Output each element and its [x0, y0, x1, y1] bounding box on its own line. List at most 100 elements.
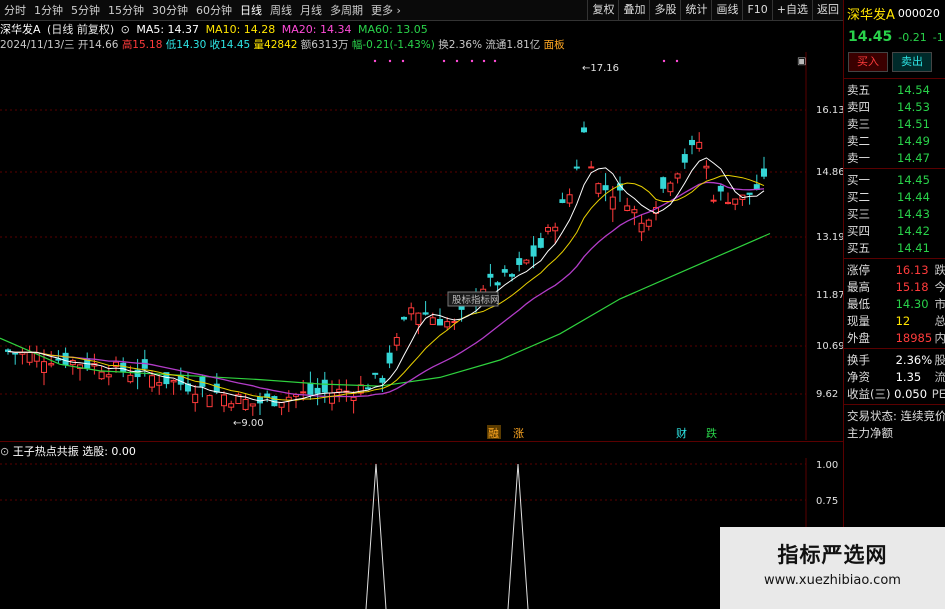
stat-row: 最高 15.18 今 — [844, 278, 945, 295]
stat-label: 换手 — [847, 352, 870, 367]
stat-value: 14.30 — [895, 296, 929, 311]
divider — [844, 168, 945, 169]
info-close: 收14.45 — [209, 39, 251, 51]
bid-row: 买五 14.41 — [844, 239, 945, 256]
info-high: 高15.18 — [121, 39, 163, 51]
bid-row: 买一 14.45 — [844, 171, 945, 188]
kline-chart[interactable]: 16.13 14.86 13.19 11.87 10.69 9.62 ←17.1… — [0, 52, 843, 440]
indicator-title: ⊙ 王子热点共振 选股: 0.00 — [0, 443, 843, 459]
ask-list: 卖五 14.54 卖四 14.53 卖三 14.51 卖二 14.49 卖一 14.47 — [844, 81, 945, 166]
bid-price: 14.42 — [897, 223, 930, 238]
back-button[interactable]: 返回 — [812, 0, 843, 20]
candle-body — [12, 352, 19, 355]
candle-body — [336, 388, 343, 393]
candle-body — [242, 399, 249, 410]
candle-body — [156, 382, 163, 386]
chart-mode: (日线 前复权) — [47, 23, 115, 36]
quote-panel: 深华发A 000020 14.45 -0.21 -1.43% 买入 卖出 卖五 1… — [843, 0, 945, 609]
statistics-button[interactable]: 统计 — [680, 0, 711, 20]
candle-body — [566, 194, 573, 204]
ask-price: 14.47 — [897, 150, 930, 165]
stat-label: 收益(三) — [847, 386, 891, 401]
stat-row: 外盘 18985 内 — [844, 329, 945, 346]
candle-body — [415, 312, 422, 325]
tool-buttons: 复权 叠加 多股 统计 画线 F10 +自选 返回 — [587, 0, 843, 20]
candle-body — [307, 382, 314, 395]
period-tab-15min[interactable]: 15分钟 — [104, 2, 148, 18]
sell-button[interactable]: 卖出 — [892, 52, 932, 72]
divider — [844, 78, 945, 79]
stat-value: 0.050 — [894, 386, 928, 401]
candle-body — [105, 374, 112, 378]
candle-body — [487, 273, 494, 278]
info-low: 低14.30 — [165, 39, 207, 51]
stat-tail: 跌 — [934, 262, 945, 277]
candle-body — [221, 394, 227, 407]
candle-body — [717, 185, 724, 192]
info-open: 开14.66 — [77, 39, 119, 51]
indicator-settings-icon[interactable]: ⊙ — [0, 445, 9, 458]
period-tab-fenshi[interactable]: 分时 — [0, 2, 30, 18]
candle-body — [206, 395, 213, 408]
overlay-button[interactable]: 叠加 — [618, 0, 649, 20]
candle-body — [120, 362, 127, 372]
period-tab-more[interactable]: 更多 › — [367, 2, 405, 18]
period-tab-1min[interactable]: 1分钟 — [30, 2, 67, 18]
candle-body — [660, 177, 667, 189]
candle-body — [667, 182, 674, 193]
expand-icon[interactable]: ▣ — [797, 56, 806, 67]
add-favorite-button[interactable]: +自选 — [771, 0, 812, 20]
panel-link[interactable]: 面板 — [544, 39, 565, 51]
period-tab-weekly[interactable]: 周线 — [266, 2, 296, 18]
main-flow[interactable]: 主力净额 — [844, 424, 945, 441]
multi-stock-button[interactable]: 多股 — [649, 0, 680, 20]
bid-label: 买五 — [847, 240, 870, 255]
settings-icon[interactable]: ⊙ — [121, 23, 130, 36]
stat-label: 现量 — [847, 313, 870, 328]
ma10-label: MA10: 14.28 — [205, 23, 276, 36]
ask-label: 卖四 — [847, 99, 870, 114]
restore-right-button[interactable]: 复权 — [587, 0, 618, 20]
candle-body — [631, 209, 638, 214]
buy-button[interactable]: 买入 — [848, 52, 888, 72]
draw-line-button[interactable]: 画线 — [711, 0, 742, 20]
stat-row: 收益(三) 0.050 PE — [844, 385, 945, 402]
period-tab-30min[interactable]: 30分钟 — [148, 2, 192, 18]
candle-body — [710, 199, 717, 202]
candle-body — [552, 226, 559, 232]
candle-body — [249, 403, 256, 407]
ask-label: 卖二 — [847, 133, 870, 148]
candle-body — [494, 282, 501, 286]
candle-body — [300, 391, 307, 394]
high-value: 17.16 — [590, 63, 619, 74]
period-tab-daily[interactable]: 日线 — [236, 2, 266, 18]
quote-pct: -1.43% — [932, 30, 945, 44]
ma20-label: MA20: 14.34 — [281, 23, 352, 36]
period-tab-multi[interactable]: 多周期 — [326, 2, 367, 18]
quote-header: 深华发A 000020 — [844, 0, 945, 26]
y-tick: 13.19 — [816, 232, 843, 243]
event-tag-rise[interactable]: 涨 — [513, 427, 524, 440]
f10-button[interactable]: F10 — [742, 0, 771, 20]
bid-row: 买四 14.42 — [844, 222, 945, 239]
candle-body — [401, 316, 407, 320]
stat-label: 涨停 — [847, 262, 870, 277]
stat-tail: 流 — [934, 369, 945, 384]
event-tag-finance[interactable]: 财 — [676, 426, 687, 440]
candle-body — [444, 321, 451, 328]
stat-value: 18985 — [895, 330, 933, 345]
candle-body — [228, 403, 235, 408]
period-tab-5min[interactable]: 5分钟 — [67, 2, 104, 18]
event-tag-margin[interactable]: 融 — [488, 427, 499, 440]
period-tab-monthly[interactable]: 月线 — [296, 2, 326, 18]
candle-body — [213, 383, 220, 393]
candle-body — [192, 393, 199, 404]
ask-price: 14.53 — [897, 99, 930, 114]
bid-label: 买二 — [847, 189, 870, 204]
candle-body — [48, 363, 55, 366]
event-tag-fall[interactable]: 跌 — [706, 426, 717, 440]
indicator-chart[interactable]: 1.00 0.75 — [0, 458, 843, 609]
ask-price: 14.51 — [897, 116, 930, 131]
period-tab-60min[interactable]: 60分钟 — [192, 2, 236, 18]
ask-row: 卖四 14.53 — [844, 98, 945, 115]
